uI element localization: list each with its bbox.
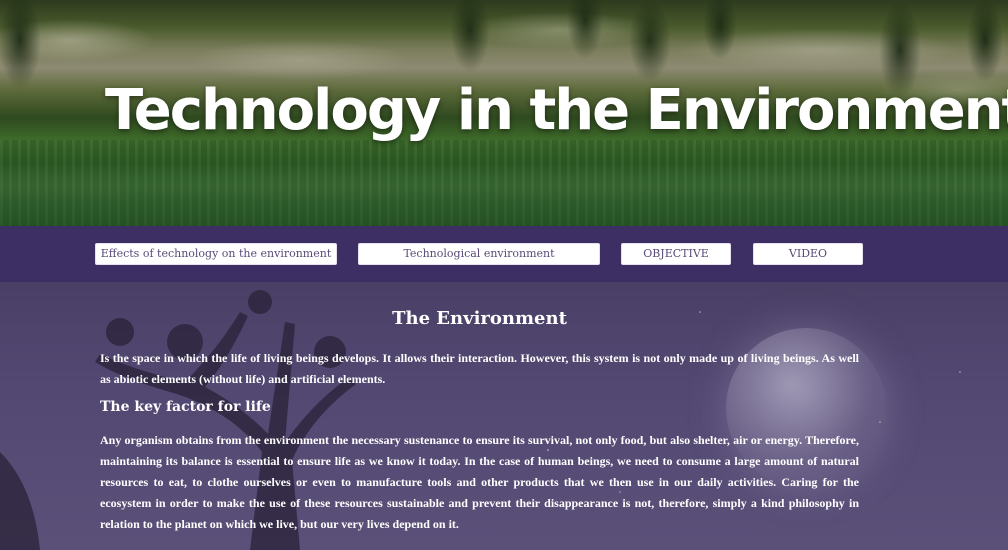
nav-button-video[interactable]: VIDEO: [753, 243, 863, 265]
hero-banner: Technology in the Environment: [0, 0, 1008, 226]
nav-button-objective[interactable]: OBJECTIVE: [621, 243, 731, 265]
page: Technology in the Environment Effects of…: [0, 0, 1008, 550]
main-nav: Effects of technology on the environment…: [0, 226, 1008, 282]
subheading: The key factor for life: [100, 399, 271, 415]
section-title: The Environment: [392, 308, 567, 329]
body-paragraph: Any organism obtains from the environmen…: [100, 433, 859, 531]
nav-button-technological-environment[interactable]: Technological environment: [358, 243, 600, 265]
main-content: The Environment Is the space in which th…: [0, 282, 1008, 550]
hero-lake-reflection: [0, 140, 1008, 226]
intro-paragraph: Is the space in which the life of living…: [100, 351, 859, 386]
nav-button-effects[interactable]: Effects of technology on the environment: [95, 243, 337, 265]
page-title: Technology in the Environment: [105, 78, 1008, 143]
